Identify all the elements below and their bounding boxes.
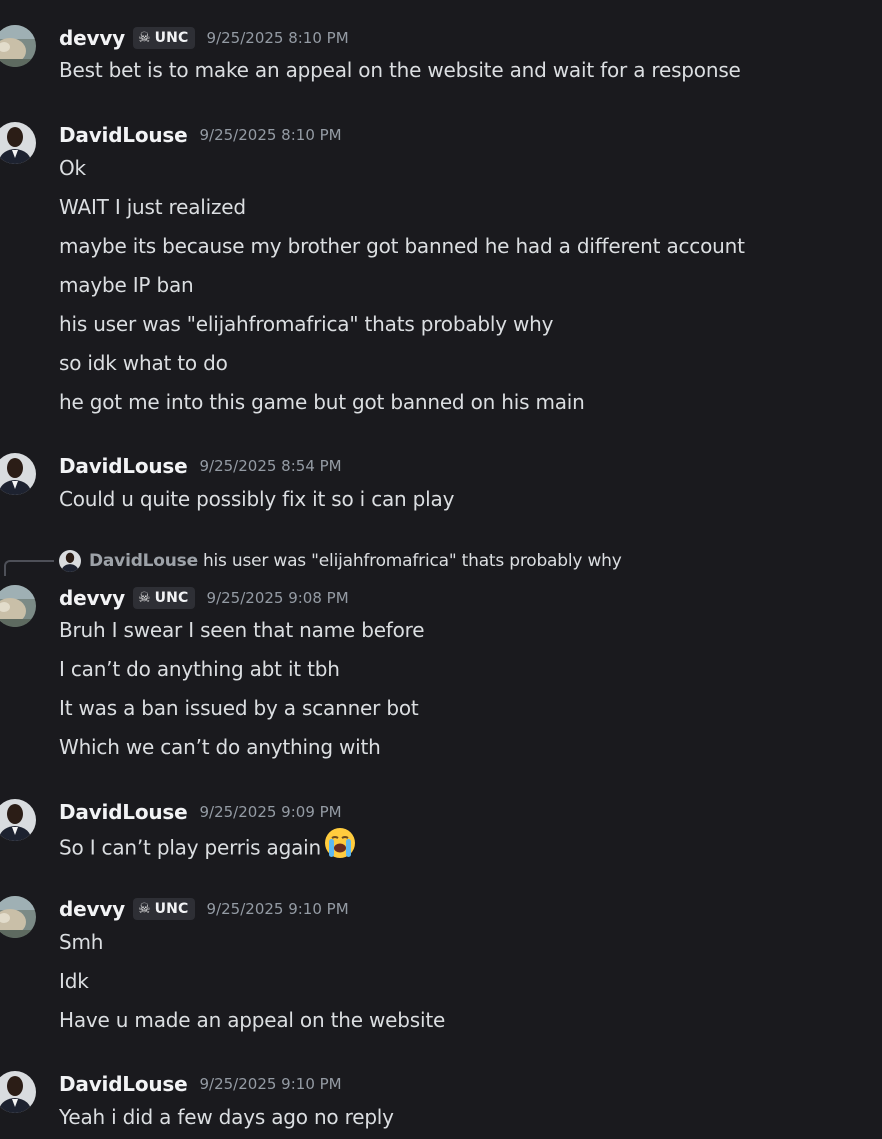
avatar-davidlouse[interactable] (0, 122, 36, 164)
timestamp[interactable]: 9/25/2025 9:08 PM (207, 589, 349, 607)
username[interactable]: devvy (59, 897, 125, 921)
message-header: DavidLouse 9/25/2025 9:10 PM (59, 1071, 342, 1097)
message-header: devvy ☠ UNC 9/25/2025 8:10 PM (59, 25, 349, 51)
message-header: DavidLouse 9/25/2025 8:54 PM (59, 453, 342, 479)
reply-avatar (59, 550, 81, 572)
avatar-davidlouse[interactable] (0, 1071, 36, 1113)
timestamp[interactable]: 9/25/2025 8:10 PM (200, 126, 342, 144)
guild-tag[interactable]: ☠ UNC (133, 898, 195, 920)
message-line: Which we can’t do anything with (59, 735, 381, 759)
reply-preview[interactable]: DavidLouse his user was "elijahfromafrica… (89, 548, 622, 574)
avatar-devvy[interactable] (0, 896, 36, 938)
message-text: So I can’t play perris again (59, 835, 321, 860)
skull-icon: ☠ (138, 30, 151, 46)
reply-content: his user was "elijahfromafrica" thats pr… (202, 551, 622, 571)
username[interactable]: DavidLouse (59, 800, 188, 824)
message-line: Smh (59, 930, 104, 954)
avatar-devvy[interactable] (0, 585, 36, 627)
message-line: Ok (59, 156, 86, 180)
message-line: Have u made an appeal on the website (59, 1008, 446, 1032)
timestamp[interactable]: 9/25/2025 8:54 PM (200, 457, 342, 475)
message-line: Yeah i did a few days ago no reply (59, 1105, 394, 1129)
message-line: Could u quite possibly fix it so i can p… (59, 487, 455, 511)
skull-icon: ☠ (138, 590, 151, 606)
message-header: devvy ☠ UNC 9/25/2025 9:10 PM (59, 896, 349, 922)
message-line: It was a ban issued by a scanner bot (59, 696, 419, 720)
timestamp[interactable]: 9/25/2025 9:10 PM (207, 900, 349, 918)
reply-author[interactable]: DavidLouse (89, 551, 198, 571)
chat-message-list: devvy ☠ UNC 9/25/2025 8:10 PM Best bet i… (0, 0, 882, 1139)
avatar-davidlouse[interactable] (0, 453, 36, 495)
guild-tag-label: UNC (154, 590, 189, 606)
message-line: Best bet is to make an appeal on the web… (59, 58, 741, 82)
skull-icon: ☠ (138, 901, 151, 917)
message-line: WAIT I just realized (59, 195, 246, 219)
message-line: Idk (59, 969, 89, 993)
timestamp[interactable]: 9/25/2025 8:10 PM (207, 29, 349, 47)
timestamp[interactable]: 9/25/2025 9:10 PM (200, 1075, 342, 1093)
username[interactable]: devvy (59, 586, 125, 610)
message-line: Bruh I swear I seen that name before (59, 618, 425, 642)
message-line: So I can’t play perris again (59, 828, 357, 860)
message-line: I can’t do anything abt it tbh (59, 657, 340, 681)
message-header: devvy ☠ UNC 9/25/2025 9:08 PM (59, 585, 349, 611)
reply-spine (4, 560, 54, 576)
loudly-crying-face-icon[interactable] (323, 826, 357, 866)
message-line: maybe its because my brother got banned … (59, 234, 745, 258)
timestamp[interactable]: 9/25/2025 9:09 PM (200, 803, 342, 821)
reply-reference[interactable]: DavidLouse his user was "elijahfromafrica… (0, 548, 882, 576)
username[interactable]: DavidLouse (59, 123, 188, 147)
guild-tag[interactable]: ☠ UNC (133, 27, 195, 49)
avatar-devvy[interactable] (0, 25, 36, 67)
message-header: DavidLouse 9/25/2025 8:10 PM (59, 122, 342, 148)
guild-tag[interactable]: ☠ UNC (133, 587, 195, 609)
guild-tag-label: UNC (154, 901, 189, 917)
message-line: his user was "elijahfromafrica" thats pr… (59, 312, 554, 336)
message-line: maybe IP ban (59, 273, 194, 297)
message-line: so idk what to do (59, 351, 228, 375)
message-line: he got me into this game but got banned … (59, 390, 585, 414)
username[interactable]: devvy (59, 26, 125, 50)
message-header: DavidLouse 9/25/2025 9:09 PM (59, 799, 342, 825)
guild-tag-label: UNC (154, 30, 189, 46)
username[interactable]: DavidLouse (59, 1072, 188, 1096)
avatar-davidlouse[interactable] (0, 799, 36, 841)
username[interactable]: DavidLouse (59, 454, 188, 478)
